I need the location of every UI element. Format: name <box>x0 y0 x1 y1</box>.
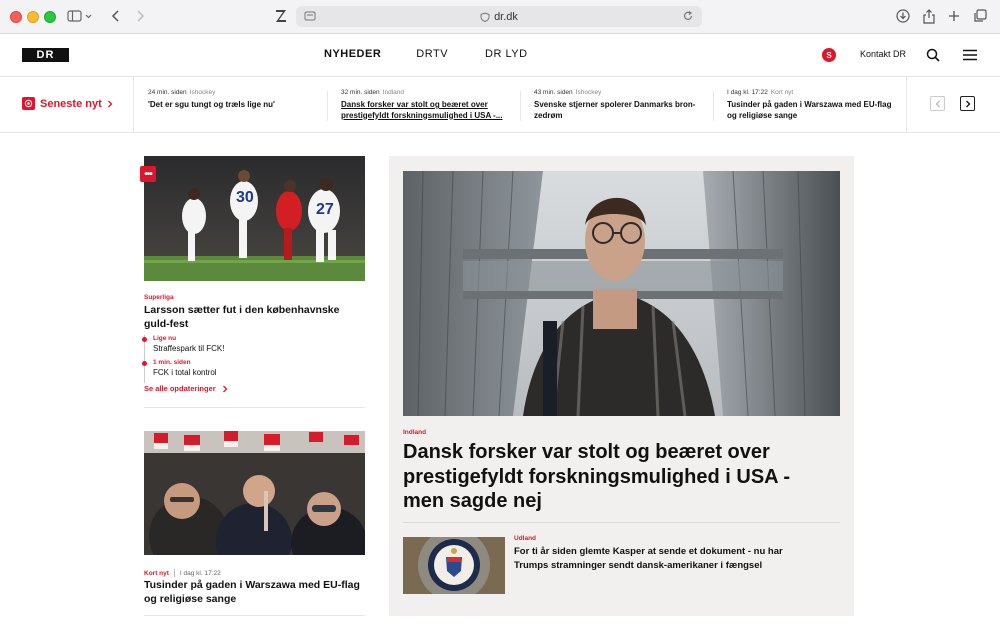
divider <box>403 522 840 523</box>
new-tab-button[interactable] <box>946 6 962 26</box>
article-headline[interactable]: Tusinder på gaden i Warszawa med EU-flag… <box>144 578 364 606</box>
article-category: Kort nyt <box>144 569 169 577</box>
ticker-category: Kort nyt <box>770 89 794 96</box>
chevron-right-icon <box>107 100 113 107</box>
feature-category: Indland <box>403 429 427 436</box>
minimize-window-button[interactable] <box>27 11 39 23</box>
ticker-title[interactable]: 'Det er sgu tungt og træls lige nu' <box>148 100 318 111</box>
divider <box>144 615 365 616</box>
live-updates-list: Lige nu Straffespark til FCK! 1 min. sid… <box>142 335 344 383</box>
svg-text:27: 27 <box>316 201 334 218</box>
ticker-item[interactable]: 43 min. siden Ishockey Svenske stjerner s… <box>534 89 704 121</box>
update-dot <box>142 337 147 342</box>
live-update-item[interactable]: Lige nu Straffespark til FCK! <box>142 335 344 353</box>
update-time: 1 min. siden <box>153 359 191 366</box>
article-headline[interactable]: Larsson sætter fut i den københavnske gu… <box>144 303 364 331</box>
ticker-time: I dag kl. 17:22 <box>727 89 768 96</box>
zoom-window-button[interactable] <box>44 11 56 23</box>
contact-link[interactable]: Kontakt DR <box>860 49 906 59</box>
warsaw-photo[interactable] <box>144 431 365 555</box>
ticker-item[interactable]: 32 min. siden Indland Dansk forsker var s… <box>341 89 511 121</box>
article-time: I dag kl. 17:22 <box>179 569 221 577</box>
tab-overview-button[interactable] <box>971 6 989 26</box>
nav-nyheder[interactable]: NYHEDER <box>324 48 381 60</box>
extension-button[interactable] <box>273 6 289 26</box>
site-header: DR NYHEDER DRTV DR LYD S Kontakt DR <box>0 35 1000 77</box>
z-extension-icon <box>276 10 286 22</box>
svg-text:30: 30 <box>236 189 254 206</box>
live-icon <box>22 97 35 110</box>
live-badge: ••• <box>140 166 156 182</box>
ticker-category: Ishockey <box>189 89 216 96</box>
feature-headline[interactable]: Dansk forsker var stolt og beæret over p… <box>403 440 833 514</box>
ticker-time: 32 min. siden <box>341 89 380 96</box>
sub-article-category: Udland <box>514 535 537 542</box>
browser-toolbar: dr.dk <box>0 0 1000 34</box>
see-all-label: Se alle opdateringer <box>144 384 216 393</box>
dr-logo[interactable]: DR <box>22 48 69 62</box>
divider <box>133 77 134 133</box>
divider <box>906 77 907 133</box>
ticker-item[interactable]: I dag kl. 17:22 Kort nyt Tusinder på gade… <box>727 89 897 121</box>
live-update-item[interactable]: 1 min. siden FCK i total kontrol <box>142 359 344 377</box>
chevron-right-icon <box>965 100 970 107</box>
feature-photo[interactable] <box>403 171 840 416</box>
ticker-time: 24 min. siden <box>148 89 187 96</box>
search-icon[interactable] <box>926 48 940 62</box>
share-button[interactable] <box>920 6 938 26</box>
sub-article-headline[interactable]: For ti år siden glemte Kasper at sende e… <box>514 545 814 572</box>
user-avatar[interactable]: S <box>822 48 836 62</box>
sidebar-icon <box>67 10 92 22</box>
shield-icon <box>480 11 490 22</box>
see-all-updates-link[interactable]: Se alle opdateringer <box>144 384 229 393</box>
back-button[interactable] <box>108 6 124 26</box>
ticker-category: Ishockey <box>575 89 602 96</box>
article-category: Superliga <box>144 294 174 301</box>
ticker-prev-button[interactable] <box>930 96 945 111</box>
ticker-title[interactable]: Svenske stjerner spolerer Danmarks bron-… <box>534 100 704 121</box>
url-text: dr.dk <box>494 10 518 23</box>
meta-separator <box>173 569 175 577</box>
ticker-time: 43 min. siden <box>534 89 573 96</box>
share-icon <box>923 8 935 24</box>
reload-icon[interactable] <box>682 10 694 22</box>
update-text: Straffespark til FCK! <box>153 344 225 353</box>
update-dot <box>142 361 147 366</box>
forward-button[interactable] <box>132 6 148 26</box>
update-time: Lige nu <box>153 335 177 342</box>
chevron-right-icon <box>222 385 228 392</box>
chevron-left-icon <box>935 100 940 107</box>
close-window-button[interactable] <box>10 11 22 23</box>
divider <box>713 91 714 121</box>
ticker-title[interactable]: Dansk forsker var stolt og beæret over p… <box>341 100 511 121</box>
chevron-right-icon <box>137 10 145 22</box>
page-settings-icon <box>304 11 316 21</box>
ticker-category: Indland <box>382 89 404 96</box>
ticker-title[interactable]: Tusinder på gaden i Warszawa med EU-flag… <box>727 100 897 121</box>
plus-icon <box>949 11 959 21</box>
article-meta: Kort nyt I dag kl. 17:22 <box>144 569 221 577</box>
main-nav: NYHEDER DRTV DR LYD <box>324 48 528 60</box>
nav-drtv[interactable]: DRTV <box>416 48 448 60</box>
latest-news-label: Seneste nyt <box>40 97 102 110</box>
sub-article-photo[interactable] <box>403 537 505 594</box>
nav-dr-lyd[interactable]: DR LYD <box>485 48 528 60</box>
address-bar[interactable]: dr.dk <box>296 6 702 27</box>
ticker-item[interactable]: 24 min. siden Ishockey 'Det er sgu tungt … <box>148 89 318 111</box>
downloads-button[interactable] <box>894 6 912 26</box>
football-photo[interactable]: 30 27 <box>144 156 365 281</box>
divider <box>327 91 328 121</box>
ticker-next-button[interactable] <box>960 96 975 111</box>
update-text: FCK i total kontrol <box>153 368 217 377</box>
latest-news-link[interactable]: Seneste nyt <box>22 97 114 110</box>
sidebar-toggle-button[interactable] <box>65 6 95 26</box>
divider <box>144 407 365 408</box>
menu-icon[interactable] <box>963 49 977 61</box>
chevron-left-icon <box>111 10 119 22</box>
tabs-icon <box>974 9 987 22</box>
latest-news-ticker: Seneste nyt 24 min. siden Ishockey 'Det e… <box>0 77 1000 133</box>
divider <box>520 91 521 121</box>
download-icon <box>896 9 910 23</box>
